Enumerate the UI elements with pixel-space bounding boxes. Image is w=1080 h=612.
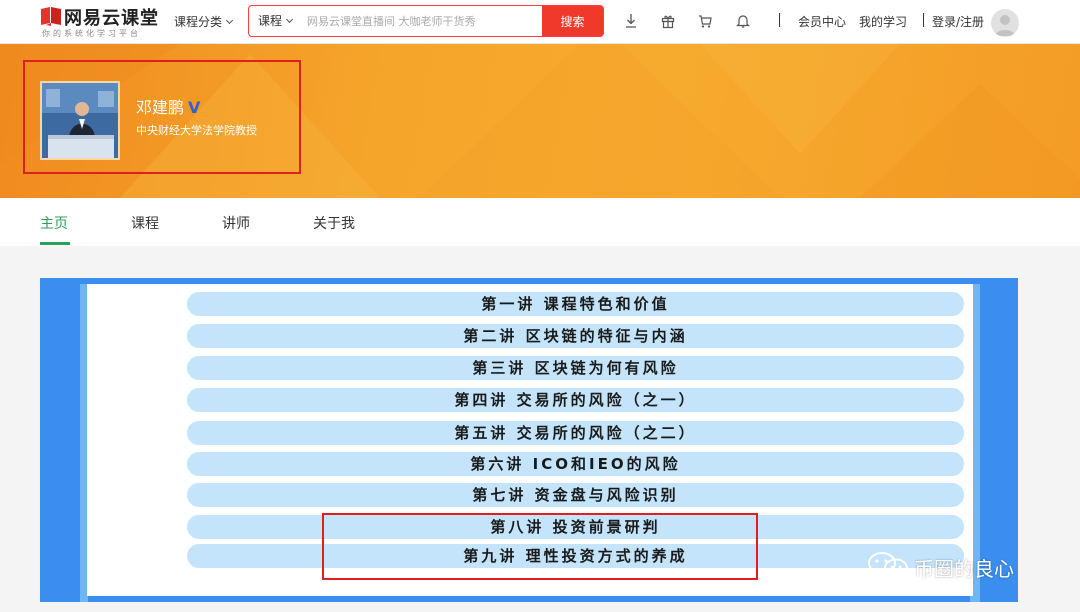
gift-icon[interactable]	[661, 13, 675, 29]
user-avatar[interactable]	[991, 9, 1019, 37]
search-type-label: 课程	[258, 14, 283, 28]
watermark-text: 币圈的良心	[914, 557, 1014, 581]
chevron-down-icon	[285, 15, 294, 24]
site-logo[interactable]: 网易云课堂 你的系统化学习平台	[40, 4, 160, 40]
active-tab-indicator	[40, 242, 70, 245]
logo-book-icon	[41, 7, 61, 26]
lecture-item: 第二讲 区块链的特征与内涵	[187, 324, 964, 348]
tab-about[interactable]: 关于我	[313, 213, 355, 233]
lecture-item: 第七讲 资金盘与风险识别	[187, 483, 964, 507]
lecture-item: 第六讲 ICO和IEO的风险	[187, 452, 964, 476]
download-icon[interactable]	[624, 13, 638, 29]
search-type-select[interactable]: 课程	[249, 6, 301, 36]
top-navigation-bar: 网易云课堂 你的系统化学习平台 课程分类 课程 搜索 会员中心 我的学习 登录/…	[0, 0, 1080, 44]
tab-courses[interactable]: 课程	[131, 213, 159, 233]
highlight-box	[322, 513, 758, 580]
tab-teachers[interactable]: 讲师	[222, 213, 250, 233]
tab-home[interactable]: 主页	[40, 213, 68, 233]
profile-tabs: 主页 课程 讲师 关于我	[0, 198, 1080, 246]
highlight-box	[23, 60, 301, 174]
divider	[779, 13, 780, 27]
logo-slogan: 你的系统化学习平台	[42, 29, 141, 38]
search-button[interactable]: 搜索	[542, 6, 603, 36]
search-bar: 课程 搜索	[248, 5, 604, 37]
my-learning-link[interactable]: 我的学习	[859, 13, 907, 30]
slide-marker	[516, 585, 523, 592]
bell-icon[interactable]	[736, 13, 750, 29]
chevron-down-icon	[225, 16, 234, 25]
divider	[923, 13, 924, 27]
lecture-item: 第五讲 交易所的风险（之二）	[187, 421, 964, 445]
category-menu[interactable]: 课程分类	[174, 13, 234, 30]
member-center-link[interactable]: 会员中心	[798, 13, 846, 30]
lecture-item: 第四讲 交易所的风险（之一）	[187, 388, 964, 412]
user-placeholder-icon	[995, 15, 1015, 36]
cart-icon[interactable]	[698, 13, 712, 29]
category-menu-label: 课程分类	[174, 15, 223, 29]
lecture-item: 第一讲 课程特色和价值	[187, 292, 964, 316]
wechat-watermark: 币圈的良心	[866, 550, 1056, 581]
search-input[interactable]	[307, 6, 543, 36]
wechat-icon	[868, 552, 908, 579]
logo-name: 网易云课堂	[64, 8, 159, 29]
login-register-link[interactable]: 登录/注册	[932, 13, 984, 30]
lecture-item: 第三讲 区块链为何有风险	[187, 356, 964, 380]
slide-marker	[536, 585, 543, 592]
